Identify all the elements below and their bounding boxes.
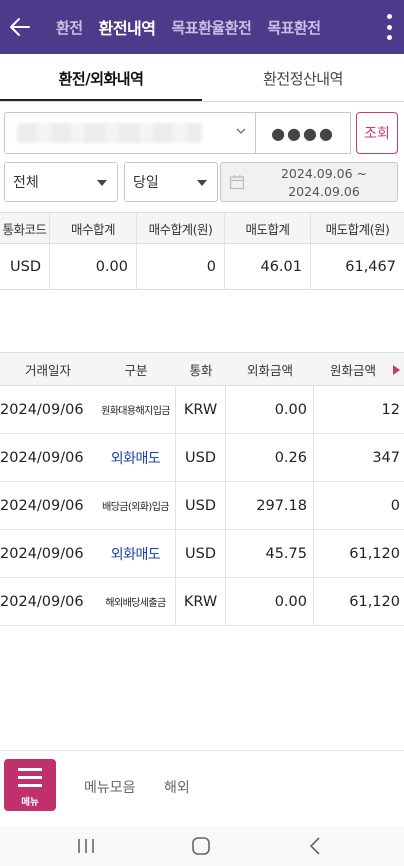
summary-header-cell: 통화코드 [0,213,50,243]
period-select[interactable]: 당일 [124,162,218,202]
tx-krw-amount: 12 [381,401,400,418]
type-select-value: 전체 [13,175,39,191]
summary-header-cell: 매도합계 [225,213,311,243]
summary-table: 통화코드 매수합계 매수합계(원) 매도합계 매도합계(원) USD 0.00 … [0,212,404,290]
date-to: 2024.09.06 [288,184,360,199]
account-select[interactable] [4,112,256,154]
calendar-icon [229,175,245,190]
tx-currency: KRW [176,578,226,625]
filter-row: 전체 당일 2024.09.06 ~ 2024.09.06 [4,162,398,202]
menu-button[interactable]: 메뉴 [4,759,56,811]
sub-tabs: 환전/외화내역 환전정산내역 [0,58,404,102]
tx-currency: USD [176,482,226,529]
dropdown-triangle-icon [97,180,107,186]
menu-button-label: 메뉴 [21,797,39,808]
transactions-table: 거래일자 구분 통화 외화금액 원화금액 2024/09/06 원화대용해지입금… [0,352,404,626]
tx-header-kind: 구분 [124,362,148,378]
tx-date: 2024/09/06 [0,401,84,418]
hamburger-icon [18,776,42,779]
lookup-button[interactable]: 조회 [356,112,398,154]
bottom-menu-bar: 메뉴 메뉴모음 해외 [0,750,404,812]
date-range-field[interactable]: 2024.09.06 ~ 2024.09.06 [220,162,398,202]
hamburger-icon [18,768,42,771]
search-row: ●●●● 조회 [4,112,398,154]
subtab-exchange-fx-history[interactable]: 환전/외화내역 [0,58,202,101]
tx-krw-amount: 61,120 [349,593,400,610]
tx-currency: KRW [176,386,226,433]
tab-target-rate-exchange[interactable]: 목표환율환전 [172,17,252,38]
table-row[interactable]: 2024/09/06 외화매도 USD 0.26 347 [0,434,404,482]
home-icon[interactable] [191,836,211,856]
password-field[interactable]: ●●●● [255,112,351,154]
tx-header-currency: 통화 [189,362,213,378]
account-number-masked [17,123,202,143]
header-tabs: 환전 환전내역 목표환율환전 목표환전 [40,15,404,39]
more-menu-icon[interactable] [384,14,394,40]
summary-cell: 61,467 [345,258,396,275]
summary-cell: 0.00 [50,244,137,289]
summary-header-cell: 매수합계(원) [137,213,225,243]
summary-cell: USD [0,244,50,289]
summary-header-cell: 매수합계 [50,213,137,243]
summary-cell: 46.01 [225,244,311,289]
tx-currency: USD [176,530,226,577]
tx-kind: 배당금(외화)입금 [96,482,176,529]
system-back-icon[interactable] [308,836,324,856]
tx-date: 2024/09/06 [0,593,84,610]
table-row[interactable]: 2024/09/06 해외배당세출금 KRW 0.00 61,120 [0,578,404,626]
tx-header-date: 거래일자 [24,362,71,378]
tx-date: 2024/09/06 [0,545,84,562]
tx-krw-amount: 347 [372,449,400,466]
back-arrow-icon [10,18,30,36]
scroll-right-arrow-icon[interactable] [393,365,400,375]
tab-exchange[interactable]: 환전 [56,17,83,38]
summary-header-row: 통화코드 매수합계 매수합계(원) 매도합계 매도합계(원) [0,212,404,244]
back-button[interactable] [0,0,40,54]
tx-fx-amount: 0.00 [226,386,314,433]
tx-fx-amount: 45.75 [226,530,314,577]
tx-kind: 해외배당세출금 [96,578,176,625]
tx-date: 2024/09/06 [0,449,84,466]
tx-kind: 외화매도 [96,434,176,481]
period-select-value: 당일 [133,175,159,191]
transactions-header-row: 거래일자 구분 통화 외화금액 원화금액 [0,352,404,386]
type-select[interactable]: 전체 [4,162,118,202]
hamburger-icon [18,784,42,787]
tx-date: 2024/09/06 [0,497,84,514]
tx-kind: 외화매도 [96,530,176,577]
tx-fx-amount: 0.00 [226,578,314,625]
date-from: 2024.09.06 ~ [280,166,368,181]
tx-header-krw-amount: 원화금액 [329,362,376,378]
tx-fx-amount: 297.18 [226,482,314,529]
system-navigation-bar [0,826,404,866]
tx-krw-amount: 61,120 [349,545,400,562]
table-row[interactable]: 2024/09/06 배당금(외화)입금 USD 297.18 0 [0,482,404,530]
tx-krw-amount: 0 [390,497,400,514]
dropdown-triangle-icon [197,180,207,186]
tx-header-fx-amount: 외화금액 [246,362,293,378]
tx-fx-amount: 0.26 [226,434,314,481]
subtab-exchange-settlement[interactable]: 환전정산내역 [202,58,404,101]
recent-apps-icon[interactable] [76,837,96,855]
top-header: 환전 환전내역 목표환율환전 목표환전 [0,0,404,54]
summary-header-cell: 매도합계(원) [325,221,390,237]
menu-collection-link[interactable]: 메뉴모음 [84,777,136,797]
table-row[interactable]: 2024/09/06 외화매도 USD 45.75 61,120 [0,530,404,578]
tab-exchange-history[interactable]: 환전내역 [99,15,156,39]
tx-kind: 원화대용해지입금 [96,386,176,433]
tx-currency: USD [176,434,226,481]
summary-cell: 0 [137,244,225,289]
overseas-link[interactable]: 해외 [164,777,190,797]
summary-data-row: USD 0.00 0 46.01 61,467 [0,244,404,290]
chevron-down-icon [236,128,246,134]
tab-target-exchange[interactable]: 목표환전 [267,17,321,38]
table-row[interactable]: 2024/09/06 원화대용해지입금 KRW 0.00 12 [0,386,404,434]
